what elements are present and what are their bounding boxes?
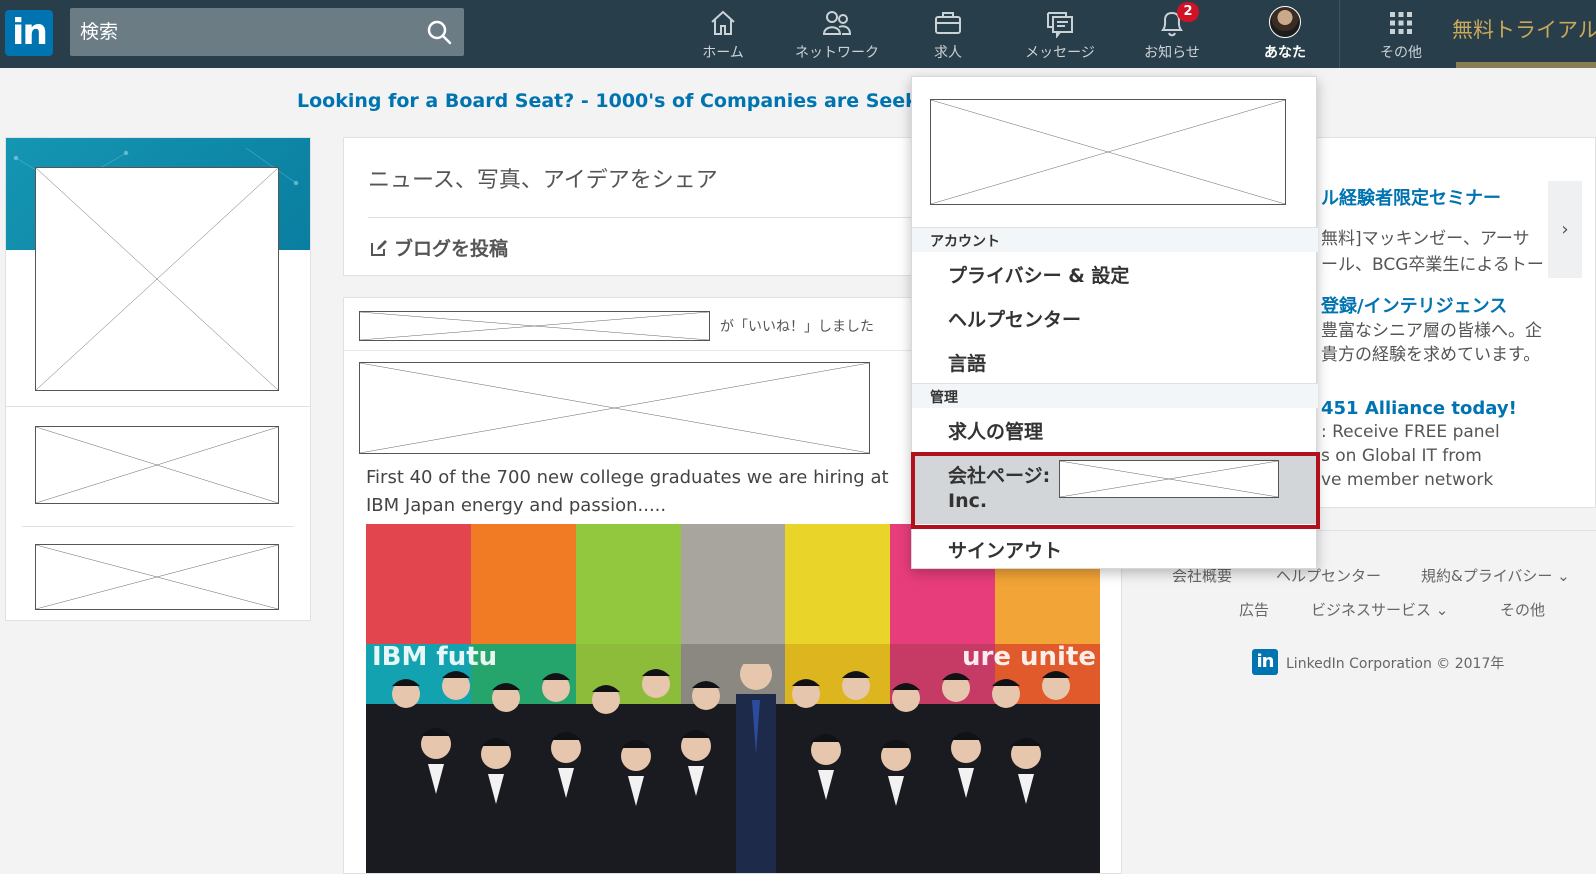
- post-text: First 40 of the 700 new college graduate…: [366, 467, 889, 516]
- share-prompt[interactable]: ニュース、写真、アイデアをシェア: [368, 162, 718, 194]
- dropdown-section-account: アカウント: [912, 227, 1318, 252]
- profile-photo-placeholder[interactable]: [35, 167, 279, 391]
- section-manage-label: 管理: [930, 390, 958, 406]
- post-photo[interactable]: IBM futu ure unite: [366, 524, 1100, 873]
- nav-messages[interactable]: メッセージ: [1016, 0, 1104, 68]
- nav-me-label: あなた: [1264, 45, 1306, 61]
- rail-ad-2-body-1: 豊富なシニア層の皆様へ。企: [1321, 321, 1542, 341]
- top-navigation: in ホーム ネットワーク 求人 メッセージ 2 お知らせ あなた: [0, 0, 1596, 68]
- photo-crowd: [366, 664, 1100, 873]
- nav-me[interactable]: あなた: [1250, 0, 1320, 68]
- avatar: [1269, 6, 1301, 38]
- profile-divider-2: [22, 526, 294, 527]
- profile-divider: [6, 406, 310, 407]
- linkedin-logo[interactable]: in: [5, 10, 53, 56]
- liked-text: が「いいね！」しました: [720, 319, 874, 335]
- rail-ad-1-body-2: ール、BCG卒業生によるトー: [1321, 255, 1544, 275]
- rail-ad-3-link[interactable]: 451 Alliance today!: [1321, 398, 1517, 419]
- rail-ad-1-body-1: 無料]マッキンゼー、アーサ: [1321, 229, 1530, 249]
- carousel-next-button[interactable]: ›: [1548, 181, 1582, 278]
- sign-out-link[interactable]: サインアウト: [948, 536, 1062, 563]
- liker-name-placeholder[interactable]: [359, 311, 710, 341]
- nav-network[interactable]: ネットワーク: [782, 0, 892, 68]
- messages-icon: [1047, 12, 1073, 38]
- rail-ad-3-body-2: s on Global IT from: [1321, 446, 1482, 466]
- home-icon: [711, 10, 735, 35]
- free-trial-link[interactable]: 無料トライアル: [1452, 14, 1596, 44]
- highlight-box: [911, 452, 1320, 529]
- manage-jobs-link[interactable]: 求人の管理: [948, 417, 1043, 444]
- trial-underline: [1456, 62, 1596, 68]
- footer-ads[interactable]: 広告: [1239, 599, 1269, 620]
- write-article-button[interactable]: ブログを投稿: [370, 234, 508, 261]
- footer-linkedin-logo: in: [1252, 649, 1278, 675]
- help-center-link[interactable]: ヘルプセンター: [948, 305, 1081, 332]
- nav-messages-label: メッセージ: [1025, 45, 1095, 61]
- search-input[interactable]: [80, 17, 400, 47]
- profile-card: [5, 137, 311, 621]
- rail-ad-3-body-1: : Receive FREE panel: [1321, 422, 1500, 442]
- nav-divider: [1339, 0, 1340, 68]
- network-icon: [822, 11, 852, 35]
- write-article-label: ブログを投稿: [394, 238, 509, 260]
- nav-home-label: ホーム: [702, 45, 744, 61]
- edit-icon: [371, 240, 387, 256]
- nav-notifications-label: お知らせ: [1144, 45, 1200, 61]
- nav-network-label: ネットワーク: [795, 45, 879, 61]
- rail-ad-2-link[interactable]: 登録/インテリジェンス: [1321, 292, 1507, 318]
- profile-name-placeholder[interactable]: [35, 426, 279, 504]
- section-account-label: アカウント: [930, 234, 1000, 250]
- search-box: [70, 8, 464, 56]
- nav-jobs-label: 求人: [934, 45, 962, 61]
- nav-more[interactable]: その他: [1368, 0, 1434, 68]
- footer-terms[interactable]: 規約&プライバシー ⌄: [1421, 565, 1570, 586]
- rail-ad-2-body-2: 貴方の経験を求めています。: [1321, 345, 1541, 365]
- search-icon[interactable]: [426, 19, 452, 45]
- post-author-placeholder[interactable]: [359, 362, 870, 454]
- footer-business[interactable]: ビジネスサービス ⌄: [1311, 599, 1448, 620]
- grid-icon: [1390, 12, 1412, 34]
- dropdown-profile-placeholder[interactable]: [930, 99, 1286, 205]
- nav-jobs[interactable]: 求人: [920, 0, 976, 68]
- nav-home[interactable]: ホーム: [690, 0, 756, 68]
- ad-link[interactable]: Looking for a Board Seat? - 1000's of Co…: [297, 90, 1000, 112]
- profile-stats-placeholder[interactable]: [35, 544, 279, 610]
- language-link[interactable]: 言語: [948, 349, 986, 376]
- footer-copyright: LinkedIn Corporation © 2017年: [1286, 656, 1505, 672]
- nav-more-label: その他: [1380, 45, 1422, 61]
- rail-ad-1-link[interactable]: ル経験者限定セミナー: [1321, 184, 1501, 210]
- dropdown-section-manage: 管理: [912, 383, 1318, 408]
- nav-notifications[interactable]: 2 お知らせ: [1134, 0, 1210, 68]
- briefcase-icon: [935, 12, 961, 34]
- notification-badge: 2: [1177, 2, 1199, 22]
- rail-ad-3-body-3: ve member network: [1321, 470, 1494, 490]
- footer-more[interactable]: その他: [1500, 599, 1545, 620]
- privacy-settings-link[interactable]: プライバシー & 設定: [948, 261, 1129, 288]
